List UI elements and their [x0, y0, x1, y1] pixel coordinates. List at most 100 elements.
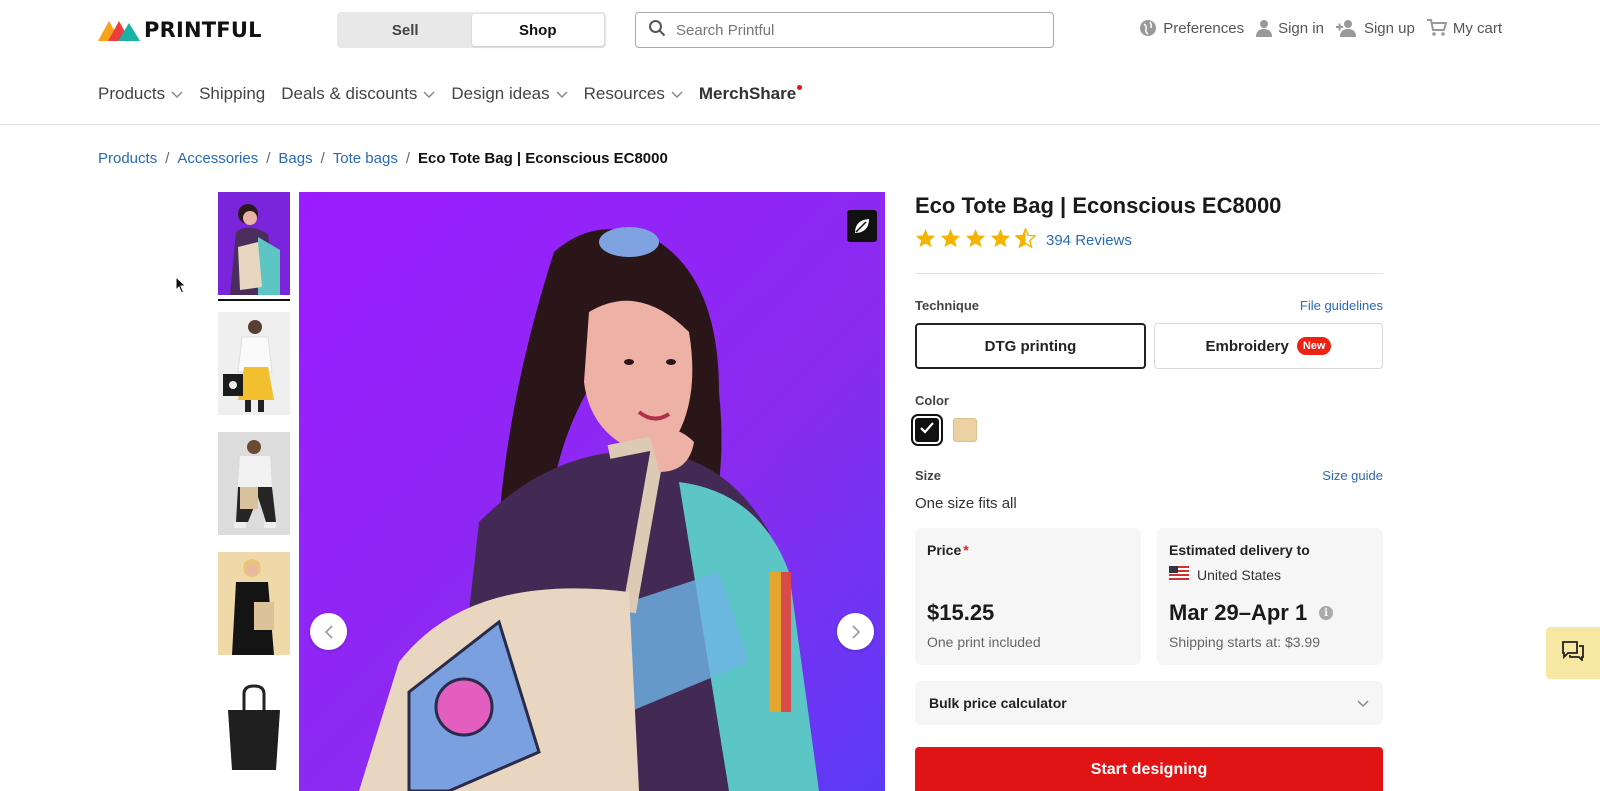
breadcrumb-tote-bags[interactable]: Tote bags	[333, 150, 398, 167]
mouse-cursor-icon	[175, 275, 187, 299]
technique-option-label: DTG printing	[984, 337, 1077, 355]
preferences-link[interactable]: Preferences	[1139, 19, 1244, 37]
star-rating	[915, 226, 1037, 253]
rating-row: 394 Reviews	[915, 226, 1383, 253]
sign-up-link[interactable]: Sign up	[1335, 19, 1415, 37]
chevron-down-icon	[556, 84, 568, 104]
info-cards: Price * $15.25 One print included Estimat…	[915, 528, 1383, 665]
technique-dtg-button[interactable]: DTG printing	[915, 323, 1146, 369]
star-full-icon	[940, 228, 961, 253]
size-value: One size fits all	[915, 495, 1017, 512]
notification-dot	[797, 85, 803, 90]
nav-deals-label: Deals & discounts	[281, 84, 418, 103]
thumbnail-2[interactable]	[218, 312, 290, 415]
star-full-icon	[915, 228, 936, 253]
sign-in-link[interactable]: Sign in	[1256, 19, 1324, 37]
divider	[915, 273, 1383, 274]
nav-merchshare[interactable]: MerchShare	[698, 84, 803, 104]
breadcrumb-current: Eco Tote Bag | Econscious EC8000	[418, 150, 668, 167]
color-swatch-black[interactable]	[911, 414, 943, 446]
sell-shop-toggle[interactable]: Sell Shop	[337, 12, 606, 48]
header-divider	[0, 124, 1600, 125]
chevron-down-icon	[1357, 695, 1369, 711]
star-full-icon	[990, 228, 1011, 253]
product-details-panel: Eco Tote Bag | Econscious EC8000 394 Rev…	[911, 188, 1383, 791]
bulk-price-calculator[interactable]: Bulk price calculator	[915, 681, 1383, 725]
breadcrumb-accessories[interactable]: Accessories	[177, 150, 258, 167]
nav-deals[interactable]: Deals & discounts	[281, 84, 435, 104]
globe-icon	[1139, 19, 1157, 37]
product-main-image[interactable]	[299, 192, 885, 791]
nav-merchshare-label: MerchShare	[698, 84, 797, 103]
size-header: Size Size guide	[915, 468, 1383, 483]
breadcrumb-separator: /	[165, 150, 170, 167]
price-title: Price	[927, 542, 962, 558]
technique-embroidery-button[interactable]: Embroidery New	[1154, 323, 1383, 369]
user-icon	[1256, 19, 1273, 37]
logo-text: PRINTFUL	[144, 18, 262, 42]
sign-up-label: Sign up	[1363, 19, 1415, 37]
chat-button[interactable]	[1546, 627, 1600, 679]
shop-toggle-option[interactable]: Shop	[471, 14, 604, 46]
nav-shipping[interactable]: Shipping	[199, 84, 265, 104]
main-nav: Products Shipping Deals & discounts Desi…	[98, 84, 803, 104]
color-header: Color	[915, 393, 1383, 408]
next-image-button[interactable]	[837, 613, 874, 650]
user-nav: Preferences Sign in Sign up My cart	[1139, 19, 1502, 37]
nav-products[interactable]: Products	[98, 84, 183, 104]
star-half-icon	[1014, 226, 1037, 253]
color-label: Color	[915, 393, 949, 408]
delivery-country[interactable]: United States	[1169, 566, 1371, 583]
thumbnail-4[interactable]	[218, 552, 290, 655]
thumbnail-list	[218, 192, 290, 791]
cart-link[interactable]: My cart	[1426, 19, 1502, 37]
thumbnail-active-indicator	[218, 299, 290, 301]
top-bar: PRINTFUL Sell Shop Preferences Sign in	[0, 0, 1600, 60]
technique-options: DTG printing Embroidery New	[915, 323, 1383, 369]
price-value: $15.25	[927, 600, 995, 625]
country-name: United States	[1197, 566, 1282, 583]
printful-logo-mark-icon	[98, 19, 142, 41]
thumbnail-1[interactable]	[218, 192, 290, 301]
search-bar[interactable]	[635, 12, 1054, 48]
chevron-down-icon	[171, 84, 183, 104]
chevron-down-icon	[423, 84, 435, 104]
previous-image-button[interactable]	[310, 613, 347, 650]
info-icon[interactable]: i	[1319, 606, 1334, 620]
reviews-link[interactable]: 394 Reviews	[1046, 232, 1132, 249]
breadcrumb: Products / Accessories / Bags / Tote bag…	[98, 150, 668, 167]
color-swatch-natural[interactable]	[953, 418, 977, 442]
required-mark: *	[963, 542, 969, 558]
us-flag-icon	[1169, 566, 1189, 583]
eco-badge	[847, 210, 877, 242]
new-badge: New	[1296, 337, 1332, 355]
breadcrumb-products[interactable]: Products	[98, 150, 157, 167]
size-guide-link[interactable]: Size guide	[1322, 468, 1383, 483]
sign-in-label: Sign in	[1278, 19, 1324, 37]
sell-toggle-option[interactable]: Sell	[339, 14, 472, 46]
shipping-note: Shipping starts at: $3.99	[1169, 634, 1320, 650]
nav-resources[interactable]: Resources	[584, 84, 683, 104]
price-card-title: Price *	[927, 542, 1129, 558]
chat-icon	[1562, 640, 1584, 666]
chevron-right-icon	[851, 624, 861, 639]
size-label: Size	[915, 468, 942, 483]
nav-resources-label: Resources	[583, 84, 665, 103]
start-designing-button[interactable]: Start designing	[915, 747, 1383, 791]
thumbnail-3[interactable]	[218, 432, 290, 535]
file-guidelines-link[interactable]: File guidelines	[1300, 298, 1383, 313]
chevron-left-icon	[324, 624, 334, 639]
price-note: One print included	[927, 634, 1041, 650]
breadcrumb-bags[interactable]: Bags	[278, 150, 312, 167]
thumbnail-5[interactable]	[218, 672, 290, 775]
search-input[interactable]	[676, 21, 1006, 39]
delivery-dates-value: Mar 29–Apr 1	[1169, 600, 1308, 625]
breadcrumb-separator: /	[405, 150, 410, 167]
technique-header: Technique File guidelines	[915, 298, 1383, 313]
nav-design-ideas[interactable]: Design ideas	[451, 84, 568, 104]
checkmark-icon	[919, 421, 935, 440]
bulk-calculator-label: Bulk price calculator	[929, 695, 1067, 711]
breadcrumb-separator: /	[320, 150, 325, 167]
printful-logo[interactable]: PRINTFUL	[98, 18, 262, 42]
chevron-down-icon	[671, 84, 683, 104]
